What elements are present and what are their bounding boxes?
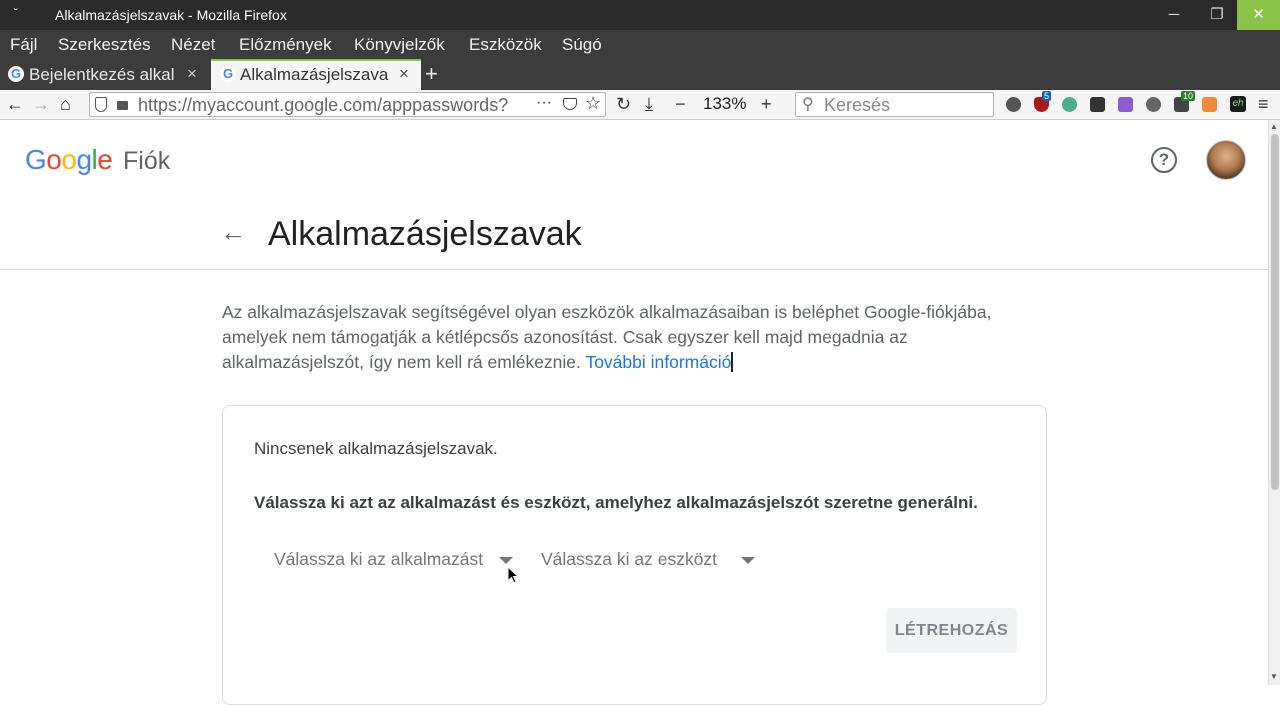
google-favicon-icon: G xyxy=(8,66,24,82)
orange-extension-icon[interactable] xyxy=(1202,97,1217,112)
minimize-icon[interactable]: ─ xyxy=(1153,0,1195,30)
search-placeholder: Keresés xyxy=(824,95,891,115)
menu-help[interactable]: Súgó xyxy=(562,35,602,55)
page-title: Alkalmazásjelszavak xyxy=(268,215,582,253)
header-divider xyxy=(0,269,1268,270)
tab-label: Bejelentkezés alkal xyxy=(29,65,175,84)
lock-icon[interactable] xyxy=(117,101,128,110)
hamburger-menu-icon[interactable]: ≡ xyxy=(1258,94,1269,115)
select-device-dropdown[interactable]: Válassza ki az eszközt xyxy=(541,549,717,570)
forward-icon[interactable]: → xyxy=(32,94,50,115)
scrollbar-thumb[interactable] xyxy=(1271,134,1279,490)
account-extension-icon[interactable] xyxy=(1006,97,1021,112)
scroll-up-icon[interactable]: ▲ xyxy=(1270,122,1278,131)
tab-close-icon[interactable]: × xyxy=(187,64,197,84)
logo-letter: e xyxy=(97,144,113,175)
logo-letter: g xyxy=(76,144,92,175)
logo-letter: o xyxy=(61,144,77,175)
chevron-down-icon[interactable] xyxy=(741,557,755,564)
zoom-in-button[interactable]: + xyxy=(761,94,772,115)
zoom-level[interactable]: 133% xyxy=(703,94,746,114)
zoom-out-button[interactable]: − xyxy=(675,94,686,115)
app-password-card: Nincsenek alkalmazásjelszavak. Válassza … xyxy=(222,405,1047,705)
restore-icon[interactable]: ❐ xyxy=(1196,0,1238,30)
sync-extension-icon[interactable] xyxy=(1062,97,1077,112)
product-name[interactable]: Fiók xyxy=(123,147,170,176)
bookmark-star-icon[interactable]: ☆ xyxy=(585,93,601,114)
menu-tools[interactable]: Eszközök xyxy=(469,35,542,55)
url-bar[interactable]: https://myaccount.google.com/apppassword… xyxy=(89,92,606,117)
menu-bar: Fájl Szerkesztés Nézet Előzmények Könyvj… xyxy=(0,30,1280,59)
home-icon[interactable]: ⌂ xyxy=(60,94,71,115)
close-window-icon[interactable]: ✕ xyxy=(1237,0,1280,30)
scroll-down-icon[interactable]: ▼ xyxy=(1270,672,1278,681)
tab-bar: G Bejelentkezés alkal × G Alkalmazásjels… xyxy=(0,59,1280,90)
back-icon[interactable]: ← xyxy=(6,94,24,115)
navigation-bar: ← → ⌂ https://myaccount.google.com/apppa… xyxy=(0,90,1280,120)
menu-edit[interactable]: Szerkesztés xyxy=(58,35,151,55)
window-titlebar: ˘ Alkalmazásjelszavak - Mozilla Firefox … xyxy=(0,0,1280,30)
download-icon[interactable]: ⤓ xyxy=(645,94,653,115)
more-info-link[interactable]: További információ xyxy=(585,352,734,372)
menu-history[interactable]: Előzmények xyxy=(239,35,332,55)
mouse-cursor-icon xyxy=(507,566,520,584)
page-scrollbar[interactable]: ▲ ▼ xyxy=(1268,120,1280,685)
page-content: Google Fiók ? ← Alkalmazásjelszavak Az a… xyxy=(0,120,1268,705)
avatar[interactable] xyxy=(1206,140,1246,180)
logo-letter: G xyxy=(25,144,47,175)
eh-extension-icon[interactable]: eh xyxy=(1230,96,1246,112)
back-arrow-icon[interactable]: ← xyxy=(220,217,246,248)
reload-icon[interactable]: ↻ xyxy=(616,94,631,115)
menu-view[interactable]: Nézet xyxy=(171,35,215,55)
page-actions-icon[interactable]: ··· xyxy=(536,94,552,112)
tab-app-passwords[interactable]: G Alkalmazásjelszava × xyxy=(211,59,421,90)
no-passwords-text: Nincsenek alkalmazásjelszavak. xyxy=(254,439,498,458)
search-icon: ⚲ xyxy=(802,96,814,113)
google-logo[interactable]: Google xyxy=(25,144,113,176)
shield-icon[interactable] xyxy=(95,97,107,112)
gears-extension-icon[interactable] xyxy=(1146,97,1161,112)
tab-login[interactable]: G Bejelentkezés alkal × xyxy=(0,59,210,90)
new-tab-button[interactable]: + xyxy=(425,61,438,87)
select-app-dropdown[interactable]: Válassza ki az alkalmazást xyxy=(274,549,483,570)
menu-bookmarks[interactable]: Könyvjelzők xyxy=(354,35,445,55)
window-title: Alkalmazásjelszavak - Mozilla Firefox xyxy=(55,7,287,23)
chevron-down-icon[interactable] xyxy=(499,557,513,564)
description: Az alkalmazásjelszavak segítségével olya… xyxy=(222,300,1022,375)
menu-file[interactable]: Fájl xyxy=(10,35,37,55)
create-button[interactable]: LÉTREHOZÁS xyxy=(886,608,1017,653)
tab-close-icon[interactable]: × xyxy=(399,64,409,84)
google-favicon-icon: G xyxy=(220,66,236,82)
instruction-text: Válassza ki azt az alkalmazást és eszköz… xyxy=(254,493,978,512)
url-text[interactable]: https://myaccount.google.com/apppassword… xyxy=(138,95,533,116)
help-icon[interactable]: ? xyxy=(1151,147,1177,173)
logo-letter: o xyxy=(46,144,62,175)
tab-label: Alkalmazásjelszava xyxy=(240,65,389,84)
pocket-icon[interactable] xyxy=(563,98,577,110)
cube-extension-icon[interactable] xyxy=(1118,97,1133,112)
extension-badge: 10 xyxy=(1181,91,1196,101)
ublock-badge: 5 xyxy=(1042,91,1052,101)
window-menu-icon[interactable]: ˘ xyxy=(14,6,18,20)
grid-extension-icon[interactable] xyxy=(1090,97,1105,112)
search-input[interactable]: ⚲ Keresés xyxy=(795,92,994,117)
